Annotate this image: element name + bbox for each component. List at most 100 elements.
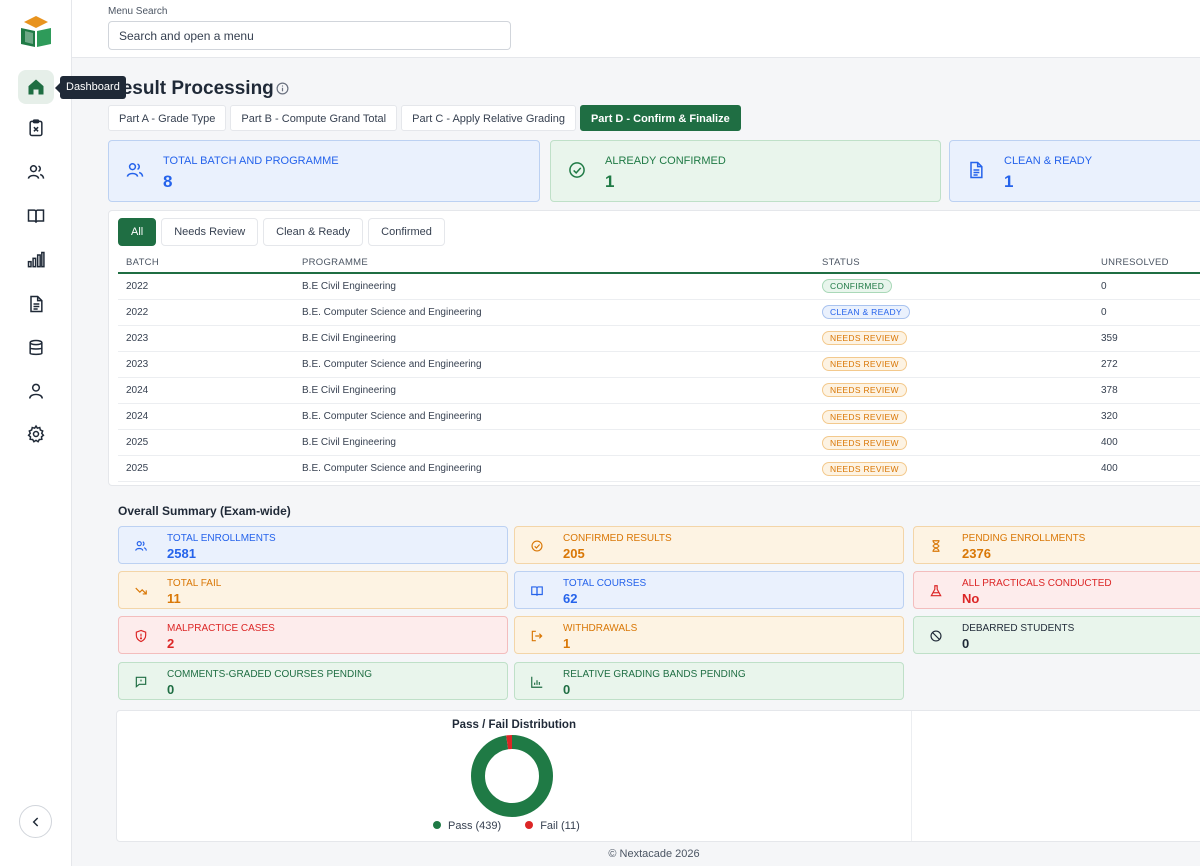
summary-value: 0 bbox=[167, 682, 175, 697]
table-row[interactable]: 2024 B.E Civil Engineering NEEDS REVIEW … bbox=[118, 377, 1200, 404]
sidebar-item-documents[interactable] bbox=[18, 287, 54, 321]
cell-batch: 2025 bbox=[118, 429, 294, 457]
book-icon bbox=[531, 586, 543, 596]
filter-needs-review[interactable]: Needs Review bbox=[161, 218, 259, 246]
filter-confirmed[interactable]: Confirmed bbox=[368, 218, 445, 246]
cell-programme: B.E. Computer Science and Engineering bbox=[294, 455, 814, 483]
summary-pending-enrollments: PENDING ENROLLMENTS 2376 bbox=[913, 526, 1200, 564]
stat-label: CLEAN & READY bbox=[1004, 155, 1093, 167]
sidebar-item-courses[interactable] bbox=[18, 199, 54, 233]
tab-part-a[interactable]: Part A - Grade Type bbox=[108, 105, 227, 131]
summary-practicals-conducted: ALL PRACTICALS CONDUCTED No bbox=[913, 571, 1200, 609]
column-header-status[interactable]: STATUS bbox=[814, 253, 1093, 274]
legend-item-pass[interactable]: Pass (439) bbox=[433, 820, 501, 832]
status-badge: CLEAN & READY bbox=[822, 305, 910, 320]
legend-item-fail[interactable]: Fail (11) bbox=[525, 820, 580, 832]
summary-value: 62 bbox=[563, 591, 578, 606]
flask-icon bbox=[930, 585, 942, 597]
chart-panel: Pass / Fail Distribution Pass (439) Fail… bbox=[116, 710, 1200, 842]
cell-programme: B.E Civil Engineering bbox=[294, 273, 814, 300]
cell-batch: 2024 bbox=[118, 377, 294, 404]
sidebar-item-database[interactable] bbox=[18, 331, 54, 365]
stat-value: 8 bbox=[163, 172, 173, 191]
page-title: Result Processing bbox=[108, 78, 274, 99]
user-icon bbox=[29, 383, 43, 399]
sidebar-item-settings[interactable] bbox=[18, 417, 54, 451]
home-icon bbox=[28, 79, 44, 95]
cell-status: NEEDS REVIEW bbox=[814, 403, 1093, 431]
menu-search-input[interactable] bbox=[108, 21, 511, 50]
column-header-batch[interactable]: BATCH bbox=[118, 253, 294, 274]
status-badge: CONFIRMED bbox=[822, 279, 893, 294]
sidebar-item-dashboard[interactable] bbox=[18, 70, 54, 104]
users-icon bbox=[126, 163, 144, 177]
legend-label-pass: Pass (439) bbox=[448, 820, 502, 832]
cell-unresolved: 0 bbox=[1093, 299, 1200, 326]
check-circle-icon bbox=[569, 162, 585, 178]
stat-total-batch: TOTAL BATCH AND PROGRAMME 8 bbox=[108, 140, 540, 202]
cell-batch: 2022 bbox=[118, 273, 294, 300]
document-icon bbox=[970, 161, 983, 179]
summary-comments-graded-pending: COMMENTS-GRADED COURSES PENDING 0 bbox=[118, 662, 508, 700]
status-badge: NEEDS REVIEW bbox=[822, 461, 907, 476]
sidebar-item-reports[interactable] bbox=[18, 243, 54, 277]
status-badge: NEEDS REVIEW bbox=[822, 331, 907, 346]
cell-status: CONFIRMED bbox=[814, 273, 1093, 300]
table-row[interactable]: 2022 B.E Civil Engineering CONFIRMED 0 bbox=[118, 273, 1200, 300]
chevron-left-icon bbox=[32, 816, 38, 827]
table-header-row: BATCH PROGRAMME STATUS UNRESOLVED bbox=[118, 253, 1200, 274]
sidebar-item-users[interactable] bbox=[18, 155, 54, 189]
cell-status: NEEDS REVIEW bbox=[814, 455, 1093, 483]
tab-part-d[interactable]: Part D - Confirm & Finalize bbox=[579, 105, 741, 131]
batch-table: BATCH PROGRAMME STATUS UNRESOLVED 2022 B… bbox=[118, 253, 1200, 483]
hourglass-icon bbox=[932, 540, 940, 552]
tab-part-c[interactable]: Part C - Apply Relative Grading bbox=[401, 105, 576, 131]
bar-chart-icon bbox=[27, 251, 45, 268]
summary-total-courses: TOTAL COURSES 62 bbox=[514, 571, 904, 609]
app-logo-icon bbox=[18, 14, 54, 48]
table-row[interactable]: 2023 B.E. Computer Science and Engineeri… bbox=[118, 351, 1200, 378]
dashboard-tooltip: Dashboard bbox=[55, 76, 126, 99]
filter-clean-ready[interactable]: Clean & Ready bbox=[263, 218, 364, 246]
column-header-programme[interactable]: PROGRAMME bbox=[294, 253, 814, 274]
bar-chart-icon bbox=[531, 676, 543, 688]
tab-part-b[interactable]: Part B - Compute Grand Total bbox=[230, 105, 398, 131]
chart-legend: Pass (439) Fail (11) bbox=[433, 820, 580, 832]
cell-status: CLEAN & READY bbox=[814, 299, 1093, 326]
summary-value: 0 bbox=[563, 682, 571, 697]
summary-label: TOTAL ENROLLMENTS bbox=[167, 533, 276, 544]
cell-status: NEEDS REVIEW bbox=[814, 351, 1093, 378]
summary-debarred-students: DEBARRED STUDENTS 0 bbox=[913, 616, 1200, 654]
cell-unresolved: 359 bbox=[1093, 325, 1200, 352]
summary-relative-grading-pending: RELATIVE GRADING BANDS PENDING 0 bbox=[514, 662, 904, 700]
table-row[interactable]: 2025 B.E Civil Engineering NEEDS REVIEW … bbox=[118, 429, 1200, 457]
column-header-unresolved[interactable]: UNRESOLVED bbox=[1093, 253, 1200, 274]
summary-total-enrollments: TOTAL ENROLLMENTS 2581 bbox=[118, 526, 508, 564]
pass-fail-donut-chart[interactable] bbox=[469, 733, 555, 819]
summary-value: 1 bbox=[563, 636, 571, 651]
info-icon[interactable] bbox=[276, 82, 289, 95]
table-row[interactable]: 2025 B.E. Computer Science and Engineeri… bbox=[118, 455, 1200, 483]
table-row[interactable]: 2024 B.E. Computer Science and Engineeri… bbox=[118, 403, 1200, 431]
stat-already-confirmed: ALREADY CONFIRMED 1 bbox=[550, 140, 941, 202]
cell-batch: 2022 bbox=[118, 299, 294, 326]
collapse-sidebar-button[interactable] bbox=[19, 805, 52, 838]
summary-label: RELATIVE GRADING BANDS PENDING bbox=[563, 669, 746, 680]
filter-all[interactable]: All bbox=[118, 218, 157, 246]
summary-label: ALL PRACTICALS CONDUCTED bbox=[962, 578, 1112, 589]
users-icon bbox=[27, 165, 45, 179]
table-row[interactable]: 2023 B.E Civil Engineering NEEDS REVIEW … bbox=[118, 325, 1200, 352]
sidebar-item-results[interactable] bbox=[18, 111, 54, 145]
stat-label: ALREADY CONFIRMED bbox=[605, 155, 726, 167]
cell-programme: B.E. Computer Science and Engineering bbox=[294, 351, 814, 378]
message-square-icon bbox=[135, 676, 147, 688]
sidebar-item-profile[interactable] bbox=[18, 374, 54, 408]
cell-unresolved: 320 bbox=[1093, 403, 1200, 431]
donut-slice-pass[interactable] bbox=[471, 735, 553, 817]
table-row[interactable]: 2022 B.E. Computer Science and Engineeri… bbox=[118, 299, 1200, 326]
legend-dot-pass bbox=[433, 821, 441, 829]
status-badge: NEEDS REVIEW bbox=[822, 383, 907, 398]
summary-label: CONFIRMED RESULTS bbox=[563, 533, 672, 544]
cell-unresolved: 0 bbox=[1093, 273, 1200, 300]
logout-icon bbox=[531, 630, 543, 642]
